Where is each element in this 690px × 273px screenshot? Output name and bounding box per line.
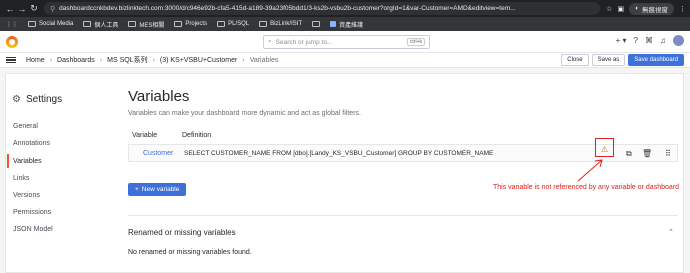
page-title: Variables [128, 88, 190, 105]
address-bar[interactable]: ⚲ dashboardccnkbdev.bizlinktech.com:3000… [44, 2, 601, 15]
help-icon[interactable]: ? [634, 36, 638, 45]
sidebar-item-json-model[interactable]: JSON Model [7, 222, 107, 236]
bookmark-untitled[interactable] [312, 21, 321, 27]
duplicate-icon[interactable]: ⧉ [626, 149, 632, 159]
bookmark-label: 個人工具 [94, 22, 119, 29]
sidebar-item-annotations[interactable]: Annotations [7, 136, 107, 150]
page-subtitle: Variables can make your dashboard more d… [128, 110, 361, 117]
drag-handle-icon[interactable]: ⠿ [665, 149, 671, 158]
bookmark-bizlink[interactable]: BizLink/ISIT [259, 21, 302, 27]
breadcrumb: Home › Dashboards › MS SQL系列 › (3) KS+VS… [0, 53, 690, 68]
incognito-badge[interactable]: ◐ 無痕視窗 [629, 2, 674, 15]
breadcrumb-current: Variables [249, 56, 279, 64]
chevron-right-icon: › [99, 56, 103, 64]
renamed-section-title[interactable]: Renamed or missing variables [128, 228, 236, 237]
apps-icon[interactable]: ⋮⋮ [6, 21, 18, 28]
incognito-icon: ◐ [635, 5, 639, 12]
new-variable-label: New variable [141, 186, 180, 193]
chevron-right-icon: › [152, 56, 155, 64]
gear-icon: ⚙ [12, 94, 21, 105]
trash-icon[interactable]: 🗑 [642, 149, 652, 158]
folder-icon [174, 21, 183, 27]
grafana-logo[interactable] [6, 35, 18, 48]
sidebar-item-links[interactable]: Links [7, 171, 107, 185]
folder-icon [259, 21, 268, 27]
extension-icon[interactable]: ▣ [617, 5, 624, 13]
bookmark-plsql[interactable]: PL/SQL [217, 21, 249, 27]
menu-dots-icon[interactable]: ⋮ [679, 5, 686, 13]
back-arrow-icon[interactable]: ← [4, 4, 16, 14]
save-as-button[interactable]: Save as [591, 54, 626, 66]
plus-icon[interactable]: + ▾ [616, 36, 627, 45]
sidebar-item-general[interactable]: General [7, 119, 107, 133]
settings-panel: ⚙ Settings General Annotations Variables… [5, 73, 684, 273]
close-button[interactable]: Close [561, 54, 589, 66]
breadcrumb-dashboard[interactable]: (3) KS+VSBU+Customer [160, 57, 237, 64]
bookmark-personal-tools[interactable]: 個人工具 [83, 20, 118, 29]
folder-icon [83, 21, 92, 27]
bookmark-label: Projects [185, 21, 208, 27]
bell-icon[interactable]: ♫ [660, 36, 666, 45]
avatar[interactable] [673, 35, 684, 46]
settings-heading: ⚙ Settings [12, 94, 62, 105]
folder-icon [28, 21, 36, 27]
sidebar-item-permissions[interactable]: Permissions [7, 205, 107, 219]
bookmark-assets[interactable]: 資產維護 [330, 20, 363, 29]
sidebar-item-versions[interactable]: Versions [7, 188, 107, 202]
bookmark-label: 資產維護 [339, 22, 364, 29]
renamed-message: No renamed or missing variables found. [128, 249, 252, 256]
new-variable-button[interactable]: + New variable [128, 183, 187, 196]
grafana-topnav: ⌕ Search or jump to... ctrl+k + ▾ ? ⌘ ♫ [0, 31, 690, 53]
column-header-definition: Definition [182, 132, 212, 139]
folder-icon [128, 21, 137, 27]
bookmark-projects[interactable]: Projects [174, 21, 207, 27]
variables-main: Variables Variables can make your dashbo… [128, 74, 684, 273]
reload-icon[interactable]: ↻ [28, 3, 40, 14]
forward-arrow-icon[interactable]: → [16, 4, 28, 14]
incognito-label: 無痕視窗 [642, 6, 668, 14]
annotation-text: This variable is not referenced by any v… [493, 184, 679, 191]
browser-toolbar: ← → ↻ ⚲ dashboardccnkbdev.bizlinktech.co… [0, 0, 690, 17]
breadcrumb-folder[interactable]: MS SQL系列 [107, 55, 147, 65]
site-favicon-icon [330, 21, 337, 27]
chevron-up-icon[interactable]: ⌃ [668, 228, 674, 236]
breadcrumb-home[interactable]: Home [26, 57, 45, 64]
sidebar-item-variables[interactable]: Variables [7, 154, 107, 168]
breadcrumb-dashboards[interactable]: Dashboards [57, 57, 95, 64]
folder-icon [217, 21, 226, 27]
bookmark-mes[interactable]: MES相關 [128, 20, 164, 29]
chevron-right-icon: › [242, 56, 245, 64]
variable-name-link[interactable]: Customer [143, 150, 173, 157]
save-dashboard-button[interactable]: Save dashboard [628, 54, 684, 66]
rss-icon[interactable]: ⌘ [645, 36, 653, 45]
column-header-variable: Variable [132, 132, 158, 139]
folder-icon [312, 21, 321, 27]
settings-title: Settings [25, 94, 63, 105]
search-shortcut: ctrl+k [406, 38, 425, 46]
chevron-right-icon: › [49, 56, 53, 64]
annotation-arrow [577, 159, 603, 182]
bookmark-label: BizLink/ISIT [270, 21, 303, 27]
menu-icon[interactable] [6, 56, 16, 64]
warning-icon[interactable]: ⚠ [601, 145, 608, 154]
settings-sidebar: ⚙ Settings General Annotations Variables… [6, 74, 116, 273]
url-text: dashboardccnkbdev.bizlinktech.com:3000/d… [59, 5, 516, 12]
bookmark-star-icon[interactable]: ☆ [606, 5, 612, 13]
search-input[interactable]: ⌕ Search or jump to... ctrl+k [263, 35, 430, 49]
search-icon: ⌕ [268, 38, 272, 45]
content-area: ⚙ Settings General Annotations Variables… [0, 68, 690, 273]
plus-icon: + [135, 186, 139, 193]
bookmark-label: Social Media [39, 21, 74, 27]
lock-icon: ⚲ [50, 5, 56, 13]
search-placeholder: Search or jump to... [275, 38, 333, 46]
variable-definition: SELECT CUSTOMER_NAME FROM [dbo].[Landy_K… [184, 149, 494, 157]
bookmark-label: MES相關 [139, 22, 165, 29]
divider [128, 215, 678, 216]
bookmark-social-media[interactable]: Social Media [28, 21, 73, 27]
bookmark-label: PL/SQL [228, 21, 250, 27]
bookmarks-bar: ⋮⋮ Social Media 個人工具 MES相關 Projects PL/S… [0, 17, 690, 31]
